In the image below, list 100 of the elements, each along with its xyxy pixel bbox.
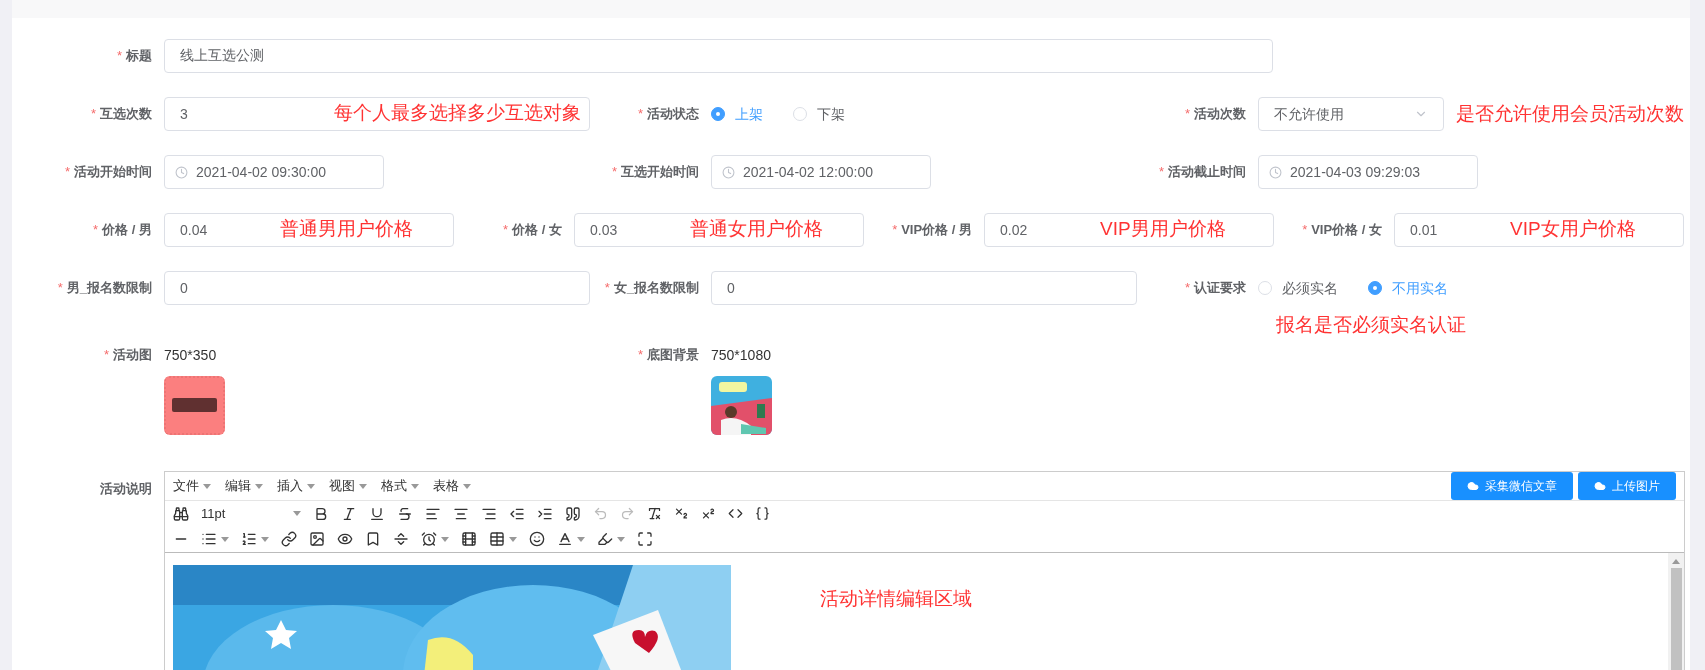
menu-item[interactable]: 编辑 (225, 476, 263, 496)
bookmark-icon[interactable] (365, 531, 381, 548)
highlight-icon[interactable] (597, 531, 613, 548)
image-icon[interactable] (309, 531, 325, 548)
film-icon[interactable] (461, 531, 477, 548)
clock-icon (1269, 165, 1282, 179)
date-field[interactable]: 2021-04-02 12:00:00 (711, 155, 931, 189)
annotation: 每个人最多选择多少互选对象 (334, 101, 582, 125)
field-label: 价格 / 女 (512, 221, 562, 240)
caret-icon (509, 536, 517, 542)
field-label: 互选次数 (100, 105, 152, 124)
required-mark: * (57, 279, 63, 298)
table-icon[interactable] (489, 531, 505, 548)
subscript-icon[interactable] (674, 506, 689, 522)
required-mark: * (611, 163, 617, 182)
required-mark: * (93, 221, 99, 240)
link-icon[interactable] (281, 531, 297, 548)
required-mark: * (1158, 163, 1164, 182)
caret-icon (307, 483, 315, 489)
required-mark: * (637, 105, 643, 124)
text-field[interactable]: 0 (164, 271, 590, 305)
date-field[interactable]: 2021-04-03 09:29:03 (1258, 155, 1478, 189)
annotation: VIP男用户价格 (1100, 217, 1226, 241)
fullscreen-icon[interactable] (637, 531, 653, 548)
annotation: 普通男用户价格 (280, 217, 413, 241)
italic-icon[interactable] (341, 505, 357, 522)
field-label: 底图背景 (647, 346, 699, 365)
superscript-icon[interactable] (701, 506, 716, 522)
caret-icon (617, 536, 625, 542)
field-label: 男_报名数限制 (66, 279, 152, 298)
select-field[interactable]: 不允许使用 (1258, 97, 1444, 131)
field-label: VIP价格 / 男 (901, 221, 972, 240)
quote-icon[interactable] (565, 505, 581, 522)
clock-icon (175, 165, 188, 179)
smile-icon[interactable] (529, 531, 545, 548)
bold-icon[interactable] (313, 505, 329, 522)
caret-icon (261, 536, 269, 542)
field-label: 活动开始时间 (74, 163, 152, 182)
caret-icon (359, 483, 367, 489)
binoculars-icon[interactable] (173, 505, 189, 522)
size-hint: 750*1080 (711, 346, 772, 364)
required-mark: * (103, 346, 109, 365)
caret-icon (203, 483, 211, 489)
annotation: 报名是否必须实名认证 (1276, 313, 1466, 337)
size-hint: 750*350 (164, 346, 218, 364)
field-label: 认证要求 (1194, 279, 1246, 298)
text-color-icon[interactable] (557, 531, 573, 548)
radio-option[interactable]: 必须实名 (1258, 277, 1338, 299)
required-mark: * (637, 346, 643, 365)
field-label: 互选开始时间 (621, 163, 699, 182)
required-mark: * (892, 221, 898, 240)
strikethrough-icon[interactable] (397, 505, 413, 522)
caret-icon (293, 511, 301, 517)
annotation: 普通女用户价格 (690, 217, 823, 241)
required-mark: * (90, 105, 96, 124)
field-label: 活动说明 (100, 480, 152, 498)
required-mark: * (1184, 279, 1190, 298)
field-label: 标题 (126, 47, 152, 66)
field-label: VIP价格 / 女 (1311, 221, 1382, 240)
radio-option[interactable]: 下架 (793, 103, 845, 125)
page-break-icon[interactable] (393, 531, 409, 548)
caret-icon (577, 536, 585, 542)
caret-icon (441, 536, 449, 542)
text-field[interactable]: 线上互选公测 (164, 39, 1273, 73)
menu-item[interactable]: 表格 (433, 476, 471, 496)
required-mark: * (604, 279, 610, 298)
menu-item[interactable]: 插入 (277, 476, 315, 496)
caret-icon (221, 536, 229, 542)
menu-item[interactable]: 文件 (173, 476, 211, 496)
field-label: 女_报名数限制 (613, 279, 699, 298)
clock-icon (722, 165, 735, 179)
field-label: 价格 / 男 (102, 221, 152, 240)
text-field[interactable]: 0 (711, 271, 1137, 305)
date-field[interactable]: 2021-04-02 09:30:00 (164, 155, 384, 189)
numbered-list-icon[interactable] (241, 531, 257, 548)
field-label: 活动次数 (1194, 105, 1246, 124)
underline-icon[interactable] (369, 505, 385, 522)
field-label: 活动截止时间 (1168, 163, 1246, 182)
caret-icon (463, 483, 471, 489)
scrollbar[interactable] (1668, 553, 1684, 670)
cloud-icon (1594, 480, 1606, 492)
annotation: 是否允许使用会员活动次数 (1456, 101, 1684, 126)
required-mark: * (116, 47, 122, 66)
cloud-icon (1467, 480, 1479, 492)
caret-icon (411, 483, 419, 489)
menu-item[interactable]: 视图 (329, 476, 367, 496)
menu-item[interactable]: 格式 (381, 476, 419, 496)
braces-icon[interactable] (755, 506, 770, 522)
alarm-clock-icon[interactable] (421, 531, 437, 548)
field-label: 活动状态 (647, 105, 699, 124)
annotation: VIP女用户价格 (1510, 217, 1636, 241)
required-mark: * (503, 221, 509, 240)
font-size-select[interactable]: 11pt (201, 504, 301, 524)
caret-icon (255, 483, 263, 489)
field-label: 活动图 (113, 346, 152, 365)
required-mark: * (64, 163, 70, 182)
required-mark: * (1302, 221, 1308, 240)
annotation: 活动详情编辑区域 (820, 587, 972, 611)
required-mark: * (1184, 105, 1190, 124)
clear-format-icon[interactable] (647, 506, 662, 522)
